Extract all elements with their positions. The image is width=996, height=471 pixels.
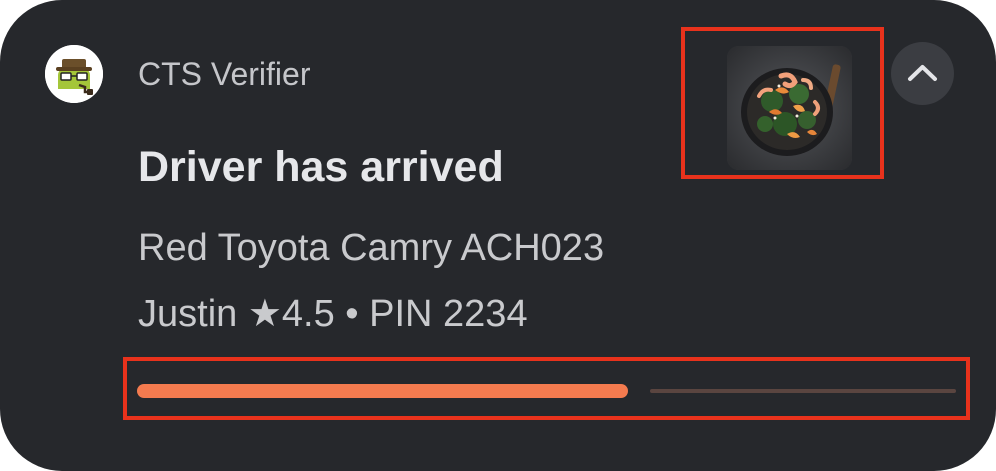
driver-info-text: Justin ★4.5 • PIN 2234 bbox=[138, 293, 528, 335]
progress-bar bbox=[137, 384, 956, 398]
progress-bar-remaining bbox=[650, 389, 956, 393]
cts-verifier-icon bbox=[45, 45, 103, 103]
progress-bar-fill bbox=[137, 384, 628, 398]
expand-collapse-button[interactable] bbox=[891, 42, 954, 105]
chevron-up-icon bbox=[908, 65, 937, 81]
app-name: CTS Verifier bbox=[138, 56, 311, 92]
thumbnail-highlight bbox=[681, 27, 884, 179]
notification-title: Driver has arrived bbox=[138, 143, 504, 191]
progress-highlight bbox=[123, 357, 970, 420]
food-skillet-image bbox=[727, 46, 852, 170]
notification-card[interactable]: CTS Verifier Driver has arrived Red Toyo… bbox=[0, 0, 996, 471]
vehicle-text: Red Toyota Camry ACH023 bbox=[138, 227, 605, 269]
